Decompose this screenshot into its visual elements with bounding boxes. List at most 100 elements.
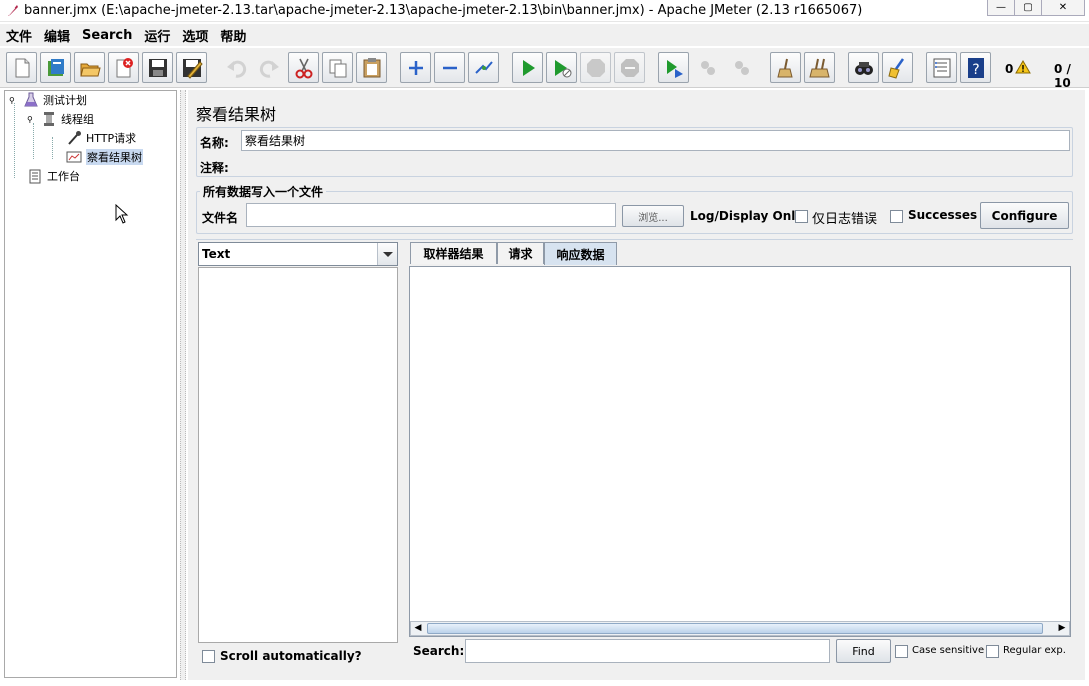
remote-start-button[interactable]	[658, 52, 689, 83]
tab-response-data[interactable]: 响应数据	[544, 242, 617, 265]
divider	[196, 239, 1073, 240]
errors-only-checkbox[interactable]	[795, 210, 808, 223]
scroll-right-icon[interactable]: ▶	[1056, 623, 1068, 634]
new-button[interactable]	[6, 52, 37, 83]
open-icon	[79, 63, 101, 76]
scrollbar-thumb[interactable]	[427, 623, 1043, 634]
close-file-button[interactable]	[108, 52, 139, 83]
panel-splitter[interactable]	[180, 90, 186, 680]
toolbar: ? 0 0 / 10	[0, 48, 1089, 90]
shutdown-button[interactable]	[614, 52, 645, 83]
renderer-select[interactable]: Text	[198, 242, 398, 266]
spool-icon	[44, 112, 54, 126]
menu-run[interactable]: 运行	[144, 26, 170, 45]
save-button[interactable]	[142, 52, 173, 83]
function-helper-button[interactable]	[926, 52, 957, 83]
horizontal-scrollbar[interactable]: ◀ ▶	[410, 621, 1070, 636]
toggle-button[interactable]	[468, 52, 499, 83]
close-icon	[116, 57, 133, 77]
collapse-button[interactable]	[434, 52, 465, 83]
find-button[interactable]: Find	[836, 639, 891, 663]
browse-button[interactable]: 浏览...	[622, 205, 684, 227]
gauge-icon	[66, 151, 82, 163]
maximize-icon[interactable]: ▢	[1014, 0, 1042, 16]
regex-checkbox[interactable]	[986, 645, 999, 658]
templates-icon	[47, 58, 64, 76]
search-icon	[854, 61, 873, 75]
menu-bar: 文件 编辑 Search 运行 选项 帮助	[0, 24, 1089, 46]
start-button[interactable]	[512, 52, 543, 83]
menu-edit[interactable]: 编辑	[44, 26, 70, 45]
name-input[interactable]	[241, 130, 1070, 151]
open-button[interactable]	[74, 52, 105, 83]
redo-button[interactable]	[254, 52, 285, 83]
menu-options[interactable]: 选项	[182, 26, 208, 45]
paste-button[interactable]	[356, 52, 387, 83]
cut-button[interactable]	[288, 52, 319, 83]
remote-stop-button[interactable]	[692, 52, 723, 83]
response-data-view[interactable]: ◀ ▶	[409, 266, 1071, 637]
window-title: banner.jmx (E:\apache-jmeter-2.13.tar\ap…	[24, 3, 863, 18]
undo-button[interactable]	[220, 52, 251, 83]
clipboard-icon	[29, 169, 41, 184]
tree-expand-handle[interactable]: ⚲	[27, 115, 35, 124]
tree-item-workbench[interactable]: 工作台	[27, 168, 80, 184]
tree-item-http-request[interactable]: HTTP请求	[66, 130, 136, 146]
stop-button[interactable]	[580, 52, 611, 83]
paste-icon	[363, 57, 380, 77]
save-as-button[interactable]	[176, 52, 207, 83]
chevron-down-icon[interactable]	[377, 243, 397, 265]
expand-button[interactable]	[400, 52, 431, 83]
search-button[interactable]	[848, 52, 879, 83]
reset-search-button[interactable]	[882, 52, 913, 83]
help-button[interactable]: ?	[960, 52, 991, 83]
clear-button[interactable]	[770, 52, 801, 83]
flask-icon	[24, 92, 38, 107]
pipette-icon	[68, 131, 81, 145]
reset-search-icon	[887, 57, 904, 79]
remote-shutdown-button[interactable]	[726, 52, 757, 83]
configure-button[interactable]: Configure	[980, 202, 1069, 229]
tree-connector	[33, 123, 34, 159]
tree-item-label: 线程组	[61, 113, 94, 126]
successes-label: Successes	[908, 208, 978, 222]
result-tree-panel: 察看结果树 名称: 注释: 所有数据写入一个文件 文件名 浏览... Log/D…	[188, 90, 1085, 680]
close-window-icon[interactable]: ✕	[1041, 0, 1085, 16]
clear-all-button[interactable]	[804, 52, 835, 83]
test-plan-tree[interactable]: ⚲ 测试计划 ⚲ 线程组 HTTP请求 察看结果树 工作台	[4, 90, 177, 678]
scroll-left-icon[interactable]: ◀	[412, 623, 424, 634]
warning-icon[interactable]	[1015, 60, 1031, 74]
file-group-title: 所有数据写入一个文件	[200, 183, 327, 200]
tree-item-result-tree[interactable]: 察看结果树	[66, 149, 143, 165]
tree-item-label: 测试计划	[43, 94, 87, 107]
tree-item-test-plan[interactable]: ⚲ 测试计划	[9, 92, 87, 108]
menu-search[interactable]: Search	[82, 28, 132, 43]
tree-item-label: 察看结果树	[86, 149, 143, 165]
templates-button[interactable]	[40, 52, 71, 83]
sample-results-list[interactable]	[198, 267, 398, 643]
start-no-pause-button[interactable]	[546, 52, 577, 83]
stop-icon	[586, 58, 605, 77]
tab-sampler-result[interactable]: 取样器结果	[410, 242, 497, 264]
regex-label: Regular exp.	[1003, 645, 1066, 656]
jmeter-feather-icon	[8, 5, 18, 16]
warning-count: 0	[1005, 62, 1014, 76]
successes-checkbox[interactable]	[890, 210, 903, 223]
copy-button[interactable]	[322, 52, 353, 83]
menu-file[interactable]: 文件	[6, 26, 32, 45]
search-input[interactable]	[465, 639, 830, 663]
window-controls: — ▢ ✕	[987, 0, 1085, 16]
filename-input[interactable]	[246, 203, 616, 227]
menu-help[interactable]: 帮助	[220, 26, 246, 45]
tab-request[interactable]: 请求	[497, 242, 544, 264]
start-icon	[522, 59, 535, 76]
minimize-icon[interactable]: —	[987, 0, 1015, 16]
scroll-auto-checkbox[interactable]	[202, 650, 215, 663]
undo-icon	[226, 60, 246, 78]
save-as-icon	[182, 58, 203, 79]
tree-item-thread-group[interactable]: ⚲ 线程组	[27, 111, 94, 127]
start-no-pause-icon	[554, 59, 571, 77]
case-sensitive-checkbox[interactable]	[895, 645, 908, 658]
svg-text:?: ?	[972, 62, 979, 78]
tree-expand-handle[interactable]: ⚲	[9, 96, 17, 105]
